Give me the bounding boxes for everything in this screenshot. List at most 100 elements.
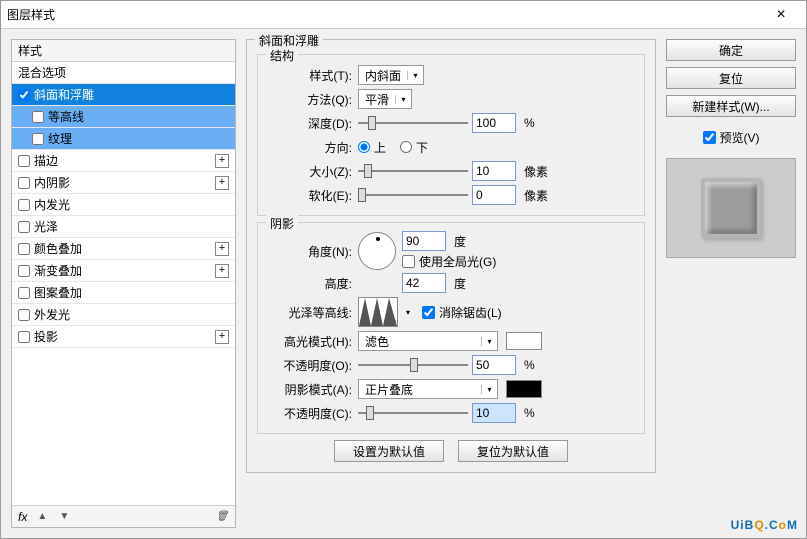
chevron-down-icon: ▾ (395, 95, 411, 104)
gloss-contour-label: 光泽等高线: (268, 304, 352, 321)
direction-up-radio[interactable] (358, 141, 370, 153)
antialias-checkbox[interactable] (422, 306, 435, 319)
titlebar: 图层样式 × (1, 1, 806, 29)
preview-swatch (701, 178, 761, 238)
inner-glow-row[interactable]: 内发光 (12, 194, 235, 216)
styles-header: 样式 (12, 40, 235, 62)
structure-title: 结构 (266, 47, 298, 64)
shadow-mode-label: 阴影模式(A): (268, 381, 352, 398)
pattern-overlay-row[interactable]: 图案叠加 (12, 282, 235, 304)
style-label: 样式(T): (268, 67, 352, 84)
shadow-opacity-slider[interactable] (358, 404, 468, 422)
window-title: 图层样式 (7, 6, 55, 23)
shadow-opacity-input[interactable]: 10 (472, 403, 516, 423)
add-stroke-icon[interactable]: + (215, 154, 229, 168)
satin-row[interactable]: 光泽 (12, 216, 235, 238)
add-inner-shadow-icon[interactable]: + (215, 176, 229, 190)
altitude-input[interactable]: 42 (402, 273, 446, 293)
drop-shadow-checkbox[interactable] (18, 331, 30, 343)
defaults-footer: 设置为默认值 复位为默认值 (257, 440, 645, 462)
highlight-opacity-input[interactable]: 50 (472, 355, 516, 375)
blending-options-row[interactable]: 混合选项 (12, 62, 235, 84)
make-default-button[interactable]: 设置为默认值 (334, 440, 444, 462)
technique-combo[interactable]: 平滑▾ (358, 89, 412, 109)
chevron-down-icon: ▾ (481, 337, 497, 346)
pattern-overlay-checkbox[interactable] (18, 287, 30, 299)
preview-box (666, 158, 796, 258)
depth-slider[interactable] (358, 114, 468, 132)
angle-input[interactable]: 90 (402, 231, 446, 251)
chevron-down-icon[interactable]: ▾ (406, 308, 410, 317)
texture-checkbox[interactable] (32, 133, 44, 145)
gradient-overlay-checkbox[interactable] (18, 265, 30, 277)
gloss-contour-picker[interactable] (358, 297, 398, 327)
shading-group: 阴影 角度(N): 90度 使用全局光(G) 高度: 42度 光泽等高线: ▾ … (257, 222, 645, 434)
global-light-checkbox[interactable] (402, 255, 415, 268)
cancel-button[interactable]: 复位 (666, 67, 796, 89)
highlight-color-swatch[interactable] (506, 332, 542, 350)
direction-down-radio[interactable] (400, 141, 412, 153)
outer-glow-checkbox[interactable] (18, 309, 30, 321)
inner-shadow-checkbox[interactable] (18, 177, 30, 189)
drop-shadow-row[interactable]: 投影+ (12, 326, 235, 348)
styles-list: 样式 混合选项 斜面和浮雕 等高线 纹理 描边+ 内阴影+ 内发光 光泽 颜色叠… (12, 40, 235, 505)
gradient-overlay-row[interactable]: 渐变叠加+ (12, 260, 235, 282)
shadow-opacity-label: 不透明度(C): (268, 405, 352, 422)
contour-checkbox[interactable] (32, 111, 44, 123)
color-overlay-row[interactable]: 颜色叠加+ (12, 238, 235, 260)
preview-checkbox[interactable] (703, 131, 716, 144)
chevron-down-icon: ▾ (481, 385, 497, 394)
move-up-icon[interactable]: ▲ (35, 510, 49, 524)
highlight-opacity-label: 不透明度(O): (268, 357, 352, 374)
soften-slider[interactable] (358, 186, 468, 204)
move-down-icon[interactable]: ▼ (57, 510, 71, 524)
inner-shadow-row[interactable]: 内阴影+ (12, 172, 235, 194)
dialog-body: 样式 混合选项 斜面和浮雕 等高线 纹理 描边+ 内阴影+ 内发光 光泽 颜色叠… (1, 29, 806, 538)
soften-input[interactable]: 0 (472, 185, 516, 205)
shading-title: 阴影 (266, 215, 298, 232)
add-color-overlay-icon[interactable]: + (215, 242, 229, 256)
depth-input[interactable]: 100 (472, 113, 516, 133)
action-panel: 确定 复位 新建样式(W)... 预览(V) (666, 39, 796, 528)
technique-label: 方法(Q): (268, 91, 352, 108)
preview-toggle: 预览(V) (666, 129, 796, 146)
size-slider[interactable] (358, 162, 468, 180)
reset-default-button[interactable]: 复位为默认值 (458, 440, 568, 462)
stroke-checkbox[interactable] (18, 155, 30, 167)
soften-label: 软化(E): (268, 187, 352, 204)
chevron-down-icon: ▾ (407, 71, 423, 80)
style-combo[interactable]: 内斜面▾ (358, 65, 424, 85)
ok-button[interactable]: 确定 (666, 39, 796, 61)
shadow-color-swatch[interactable] (506, 380, 542, 398)
new-style-button[interactable]: 新建样式(W)... (666, 95, 796, 117)
stroke-row[interactable]: 描边+ (12, 150, 235, 172)
angle-dial[interactable] (358, 232, 396, 270)
highlight-opacity-slider[interactable] (358, 356, 468, 374)
color-overlay-checkbox[interactable] (18, 243, 30, 255)
styles-panel: 样式 混合选项 斜面和浮雕 等高线 纹理 描边+ 内阴影+ 内发光 光泽 颜色叠… (11, 39, 236, 528)
bevel-emboss-row[interactable]: 斜面和浮雕 (12, 84, 235, 106)
satin-checkbox[interactable] (18, 221, 30, 233)
watermark: UiBQ.CoM (731, 516, 798, 534)
highlight-mode-combo[interactable]: 滤色▾ (358, 331, 498, 351)
highlight-mode-label: 高光模式(H): (268, 333, 352, 350)
contour-row[interactable]: 等高线 (12, 106, 235, 128)
altitude-label: 高度: (268, 275, 352, 292)
depth-label: 深度(D): (268, 115, 352, 132)
texture-row[interactable]: 纹理 (12, 128, 235, 150)
add-gradient-overlay-icon[interactable]: + (215, 264, 229, 278)
fx-label: fx (18, 510, 27, 524)
add-drop-shadow-icon[interactable]: + (215, 330, 229, 344)
trash-icon[interactable]: 🗑 (215, 510, 229, 524)
shadow-mode-combo[interactable]: 正片叠底▾ (358, 379, 498, 399)
size-input[interactable]: 10 (472, 161, 516, 181)
settings-panel: 斜面和浮雕 结构 样式(T): 内斜面▾ 方法(Q): 平滑▾ 深度(D): 1… (246, 39, 656, 528)
close-button[interactable]: × (762, 2, 800, 28)
styles-footer: fx ▲ ▼ 🗑 (12, 505, 235, 527)
structure-group: 结构 样式(T): 内斜面▾ 方法(Q): 平滑▾ 深度(D): 100% 方向… (257, 54, 645, 216)
bevel-checkbox[interactable] (18, 89, 30, 101)
outer-glow-row[interactable]: 外发光 (12, 304, 235, 326)
bevel-group: 斜面和浮雕 结构 样式(T): 内斜面▾ 方法(Q): 平滑▾ 深度(D): 1… (246, 39, 656, 473)
inner-glow-checkbox[interactable] (18, 199, 30, 211)
direction-label: 方向: (268, 139, 352, 156)
